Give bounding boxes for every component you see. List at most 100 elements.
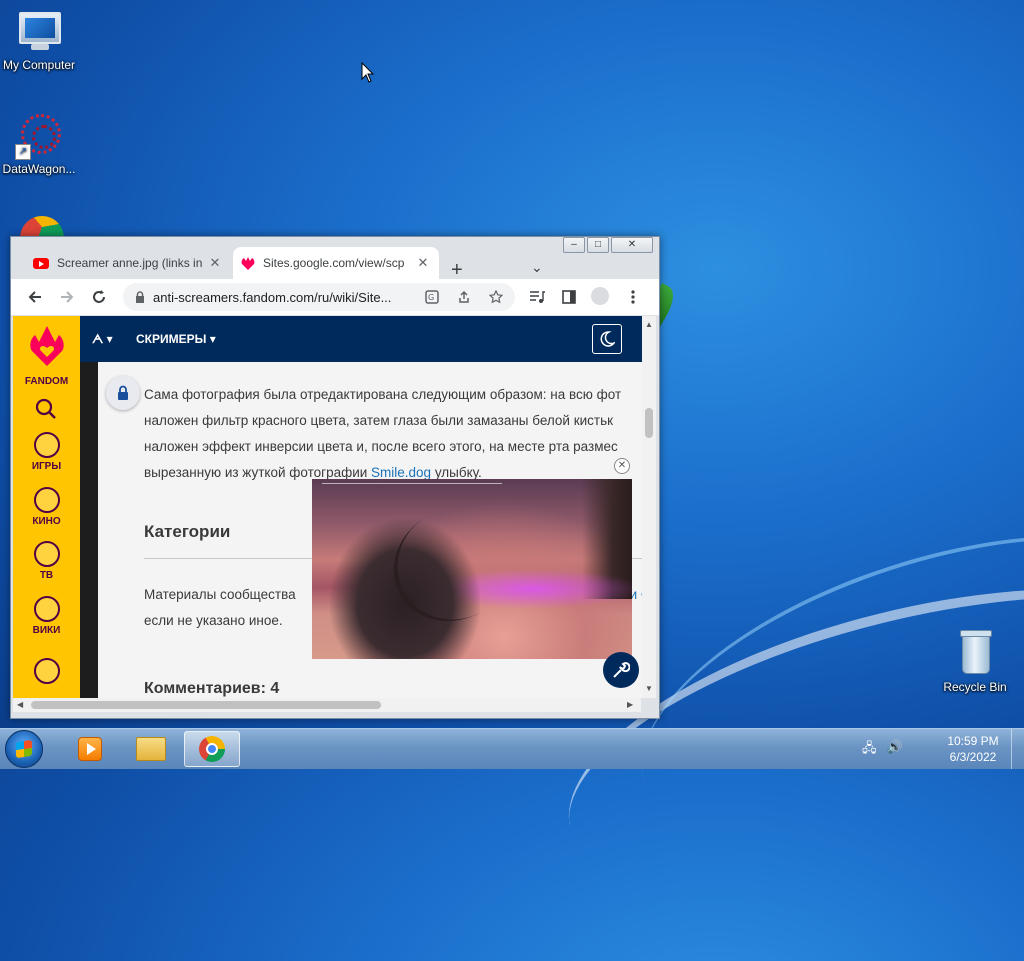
start-button[interactable]: [5, 730, 43, 768]
paragraph-line: наложен эффект инверсии цвета и, после в…: [144, 439, 618, 454]
rail-item-account[interactable]: [13, 658, 80, 687]
browser-toolbar: anti-screamers.fandom.com/ru/wiki/Site..…: [11, 279, 659, 315]
page-edge-strip: [80, 316, 98, 698]
mouse-cursor-icon: [361, 62, 375, 83]
gamepad-icon: [33, 432, 60, 458]
tab-title: Sites.google.com/view/scp: [263, 256, 405, 270]
desktop-icon-my-computer[interactable]: My Computer: [0, 8, 81, 72]
close-video-button[interactable]: ✕: [614, 458, 630, 474]
license-text-start: Материалы сообщества: [144, 587, 296, 602]
media-player-icon: [78, 737, 102, 761]
rail-item-label: КИНО: [32, 516, 61, 527]
scroll-up-arrow-icon[interactable]: ▲: [645, 320, 653, 329]
tools-button[interactable]: [603, 652, 639, 688]
protected-page-button[interactable]: [106, 376, 140, 410]
taskbar-chrome[interactable]: [184, 731, 240, 767]
rail-item-label: ТВ: [39, 570, 54, 581]
datawagon-icon: ↗: [15, 112, 63, 160]
browser-menu-button[interactable]: [623, 287, 643, 307]
close-tab-icon[interactable]: ✕: [415, 255, 431, 271]
screamers-menu-dropdown[interactable]: СКРИМЕРЫ ▾: [136, 332, 216, 346]
lock-icon: [118, 385, 128, 400]
side-panel-icon: [562, 290, 576, 304]
clock-time: 10:59 PM: [947, 734, 999, 748]
close-tab-icon[interactable]: ✕: [207, 255, 223, 271]
lock-icon: [136, 291, 144, 303]
arrow-right-icon: [61, 291, 74, 303]
scrollbar-thumb[interactable]: [31, 701, 381, 709]
fandom-favicon-icon: [241, 256, 255, 270]
rail-item-games[interactable]: ИГРЫ: [13, 432, 80, 472]
computer-icon: [15, 8, 63, 56]
chrome-desktop-icon[interactable]: [20, 216, 64, 238]
dark-mode-toggle[interactable]: [592, 324, 622, 354]
bookmark-star-icon[interactable]: [489, 290, 503, 304]
smile-dog-link[interactable]: Smile.dog: [371, 465, 431, 480]
horizontal-scrollbar[interactable]: ◀ ▶: [13, 698, 641, 712]
forward-button[interactable]: [57, 287, 77, 307]
tv-icon: [33, 541, 60, 567]
show-desktop-button[interactable]: [1011, 729, 1024, 769]
tab-title: Screamer anne.jpg (links in: [57, 256, 203, 270]
reload-button[interactable]: [89, 287, 109, 307]
shortcut-arrow-icon: ↗: [15, 144, 31, 160]
media-controls-button[interactable]: [527, 287, 547, 307]
translate-icon[interactable]: G: [425, 290, 439, 304]
vertical-scrollbar[interactable]: ▲ ▼: [642, 316, 656, 698]
scroll-down-arrow-icon[interactable]: ▼: [645, 684, 653, 693]
paragraph-line: Сама фотография была отредактирована сле…: [144, 387, 622, 402]
page-viewport: FANDOM ИГРЫ КИНО ТВ ВИКИ ᗅ ▾ СКРИМЕРЫ ▾ …: [13, 316, 656, 698]
taskbar: 🖧 🔊 10:59 PM 6/3/2022: [0, 728, 1024, 769]
comments-heading: Комментариев: 4: [144, 680, 280, 697]
paragraph-text: вырезанную из жуткой фотографии: [144, 465, 372, 480]
tab-search-button[interactable]: ⌄: [531, 259, 543, 276]
article-content: Сама фотография была отредактирована сле…: [98, 362, 642, 698]
address-bar[interactable]: anti-screamers.fandom.com/ru/wiki/Site..…: [123, 283, 515, 311]
rail-item-tv[interactable]: ТВ: [13, 541, 80, 581]
system-tray: 🖧 🔊: [862, 739, 903, 761]
moon-icon: [600, 331, 615, 347]
kebab-menu-icon: [631, 290, 635, 304]
share-icon[interactable]: [457, 290, 471, 304]
arrow-left-icon: [28, 291, 41, 303]
chrome-icon: [199, 736, 225, 762]
rail-item-label: ИГРЫ: [31, 461, 62, 472]
network-icon[interactable]: 🖧: [862, 739, 877, 761]
wrench-icon: [613, 662, 630, 678]
taskbar-explorer[interactable]: [123, 731, 179, 767]
profile-avatar-icon[interactable]: [591, 287, 609, 305]
book-icon: [33, 596, 60, 622]
floating-video-player[interactable]: [312, 479, 632, 659]
wiki-menu-dropdown[interactable]: ᗅ ▾: [92, 332, 113, 347]
youtube-icon: [33, 257, 49, 269]
categories-heading: Категории: [144, 522, 231, 541]
scroll-right-arrow-icon[interactable]: ▶: [627, 700, 633, 709]
desktop-icon-label: DataWagon...: [2, 162, 76, 176]
rail-item-movies[interactable]: КИНО: [13, 487, 80, 527]
side-panel-button[interactable]: [559, 287, 579, 307]
tab-strip: Screamer anne.jpg (links in ✕ Sites.goog…: [11, 245, 659, 281]
clock[interactable]: 10:59 PM 6/3/2022: [940, 733, 1006, 765]
screamers-menu-label: СКРИМЕРЫ: [136, 332, 207, 346]
rail-item-wikis[interactable]: ВИКИ: [13, 596, 80, 636]
taskbar-media-player[interactable]: [62, 731, 118, 767]
clock-date: 6/3/2022: [949, 750, 997, 764]
search-icon[interactable]: [35, 398, 57, 420]
scrollbar-thumb[interactable]: [645, 408, 653, 438]
desktop-icon-datawagon[interactable]: ↗ DataWagon...: [0, 112, 81, 176]
reload-icon: [93, 290, 105, 303]
tab-screamer-anne[interactable]: Screamer anne.jpg (links in ✕: [25, 247, 231, 279]
volume-icon[interactable]: 🔊: [887, 739, 903, 761]
recycle-bin-icon: [951, 630, 999, 678]
desktop-icon-label: Recycle Bin: [943, 680, 1007, 694]
back-button[interactable]: [25, 287, 45, 307]
fandom-logo-icon[interactable]: [29, 324, 65, 368]
wiki-menu-label: ᗅ: [92, 332, 104, 346]
address-text: anti-screamers.fandom.com/ru/wiki/Site..…: [153, 289, 392, 305]
desktop-icon-label: My Computer: [2, 58, 76, 72]
scroll-left-arrow-icon[interactable]: ◀: [17, 700, 23, 709]
tab-sites-google[interactable]: Sites.google.com/view/scp ✕: [233, 247, 439, 279]
video-hud: [322, 483, 502, 488]
desktop-icon-recycle-bin[interactable]: Recycle Bin: [933, 630, 1017, 694]
community-header: ᗅ ▾ СКРИМЕРЫ ▾: [80, 316, 642, 362]
